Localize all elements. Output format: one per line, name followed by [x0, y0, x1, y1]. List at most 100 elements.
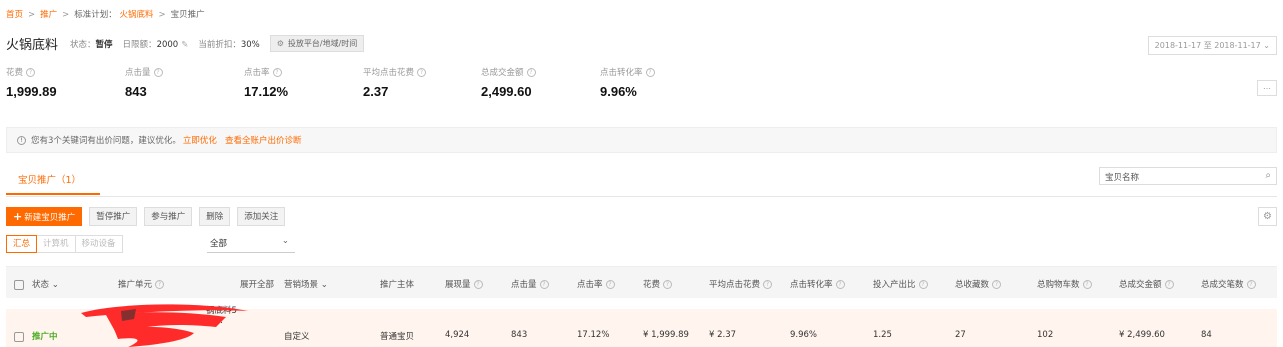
th-cpc[interactable]: 平均点击花费? [709, 278, 773, 290]
help-icon[interactable]: ? [26, 68, 36, 77]
redacted-product-thumbnail [81, 304, 248, 347]
breadcrumb-plan-label: 标准计划： [74, 10, 117, 20]
expand-all-link[interactable]: 展开全部 [240, 278, 274, 290]
th-unit: 推广单元? [118, 278, 165, 290]
row-orders: 84 [1201, 330, 1212, 340]
row-cvr: 9.96% [790, 330, 818, 340]
metric-label-ctr: 点击率? [244, 66, 282, 78]
filter-select-value: 全部 [210, 239, 228, 249]
plan-header: 火锅底料 状态：暂停 日限额：2000 ✎ 当前折扣：30% ⚙ 投放平台/地域/时… [6, 34, 365, 53]
metric-label-cost: 花费? [6, 66, 36, 78]
row-subject: 普通宝贝 [380, 332, 415, 342]
th-impressions[interactable]: 展现量? [445, 278, 483, 290]
help-icon: ? [473, 280, 483, 289]
metric-label-gmv: 总成交金额? [481, 66, 536, 78]
th-scene[interactable]: 营销场景 ⌄ [284, 278, 328, 290]
filter-select[interactable]: 全部 ⌄ [207, 235, 295, 253]
delivery-settings-label: 投放平台/地域/时间 [287, 39, 358, 48]
new-item-promotion-button[interactable]: + 新建宝贝推广 [6, 207, 83, 226]
breadcrumb: 首页 > 推广 > 标准计划： 火锅底料 > 宝贝推广 [6, 10, 205, 20]
th-subject: 推广主体 [380, 280, 415, 290]
account-diagnosis-link[interactable]: 查看全账户出价诊断 [225, 134, 302, 146]
th-ctr[interactable]: 点击率? [577, 278, 615, 290]
select-all-checkbox[interactable] [14, 279, 24, 290]
tab-item-promotion[interactable]: 宝贝推广（1） [6, 168, 100, 195]
daily-budget: 日限额：2000 ✎ [122, 39, 189, 50]
help-icon[interactable]: ? [272, 68, 282, 77]
metric-value-ctr: 17.12% [244, 84, 289, 99]
join-button[interactable]: 参与推广 [144, 207, 193, 226]
help-icon[interactable]: ? [526, 68, 536, 77]
help-icon[interactable]: ? [153, 68, 163, 77]
breadcrumb-plan-link[interactable]: 火锅底料 [120, 10, 154, 20]
help-icon[interactable]: ? [645, 68, 655, 77]
chevron-down-icon: ⌄ [320, 280, 328, 290]
th-roi[interactable]: 投入产出比? [873, 278, 928, 290]
th-clicks[interactable]: 点击量? [511, 278, 549, 290]
current-discount-value: 30% [240, 39, 260, 50]
breadcrumb-promo-link[interactable]: 推广 [40, 10, 57, 20]
page-title: 火锅底料 [6, 38, 59, 53]
metric-value-clicks: 843 [125, 84, 147, 99]
help-icon[interactable]: ? [417, 68, 427, 77]
settings-gear-icon[interactable]: ⚙ [1258, 207, 1277, 226]
gear-icon: ⚙ [276, 39, 284, 48]
tab-mobile[interactable]: 移动设备 [74, 235, 123, 253]
chevron-down-icon: ⌄ [51, 280, 59, 290]
row-roi: 1.25 [873, 330, 892, 340]
help-icon: ? [835, 280, 845, 289]
help-icon: ? [605, 280, 615, 289]
row-ctr: 17.12% [577, 330, 610, 340]
tab-summary[interactable]: 汇总 [6, 235, 38, 253]
plan-status: 状态：暂停 [70, 39, 113, 50]
row-cpc: ¥ 2.37 [709, 330, 737, 340]
metric-value-cpc: 2.37 [363, 84, 389, 99]
help-icon: ? [663, 280, 673, 289]
table-row[interactable]: 推广中 锅底料5条… 自定义 普通宝贝 4,924 843 17.12% ¥ 1… [6, 304, 1277, 347]
optimize-now-link[interactable]: 立即优化 [183, 134, 217, 146]
action-toolbar: + 新建宝贝推广 暂停推广 参与推广 删除 添加关注 [6, 207, 292, 226]
row-cost: ¥ 1,999.89 [643, 330, 689, 340]
metric-label-cpc: 平均点击花费? [363, 66, 427, 78]
date-range-picker[interactable]: 2018-11-17 至 2018-11-17 ⌄ [1147, 36, 1277, 55]
search-input[interactable]: 宝贝名称 ⌕ [1099, 167, 1277, 185]
pencil-edit-icon[interactable]: ✎ [181, 40, 188, 50]
more-metrics-button[interactable]: … [1257, 80, 1277, 96]
row-scene: 自定义 [284, 332, 310, 342]
help-icon: ? [1082, 280, 1092, 289]
th-orders[interactable]: 总成交笔数? [1201, 278, 1256, 290]
tab-divider [6, 196, 1277, 197]
help-icon: ? [918, 280, 928, 289]
row-favorites: 27 [955, 330, 966, 340]
metric-value-cost: 1,999.89 [6, 84, 57, 99]
search-icon[interactable]: ⌕ [1265, 170, 1271, 181]
th-status[interactable]: 状态 ⌄ [14, 278, 59, 290]
delivery-settings-button[interactable]: ⚙ 投放平台/地域/时间 [269, 35, 365, 52]
delete-button[interactable]: 删除 [199, 207, 231, 226]
th-gmv[interactable]: 总成交金额? [1119, 278, 1174, 290]
pause-button[interactable]: 暂停推广 [89, 207, 138, 226]
daily-budget-value: 2000 [156, 39, 179, 50]
status-badge: 推广中 [32, 332, 58, 342]
help-icon: ? [155, 280, 165, 289]
current-discount: 当前折扣：30% [198, 39, 260, 50]
tab-computer[interactable]: 计算机 [36, 235, 76, 253]
row-clicks: 843 [511, 330, 528, 340]
row-checkbox[interactable] [14, 331, 24, 342]
th-cost[interactable]: 花费? [643, 278, 673, 290]
help-icon: ? [1246, 280, 1256, 289]
table-header: 状态 ⌄ 推广单元? 展开全部 营销场景 ⌄ 推广主体 展现量? 点击量? 点击… [6, 266, 1277, 298]
th-carts[interactable]: 总购物车数? [1037, 278, 1092, 290]
metric-value-cvr: 9.96% [600, 84, 637, 99]
help-icon: ? [1164, 280, 1174, 289]
breadcrumb-current: 宝贝推广 [170, 10, 205, 20]
row-status: 推广中 [14, 330, 58, 342]
breadcrumb-home-link[interactable]: 首页 [6, 10, 23, 20]
date-range-value: 2018-11-17 至 2018-11-17 [1154, 41, 1261, 50]
metric-label-clicks: 点击量? [125, 66, 163, 78]
th-cvr[interactable]: 点击转化率? [790, 278, 845, 290]
help-icon: ? [539, 280, 549, 289]
th-favorites[interactable]: 总收藏数? [955, 278, 1002, 290]
add-follow-button[interactable]: 添加关注 [237, 207, 286, 226]
metric-value-gmv: 2,499.60 [481, 84, 532, 99]
